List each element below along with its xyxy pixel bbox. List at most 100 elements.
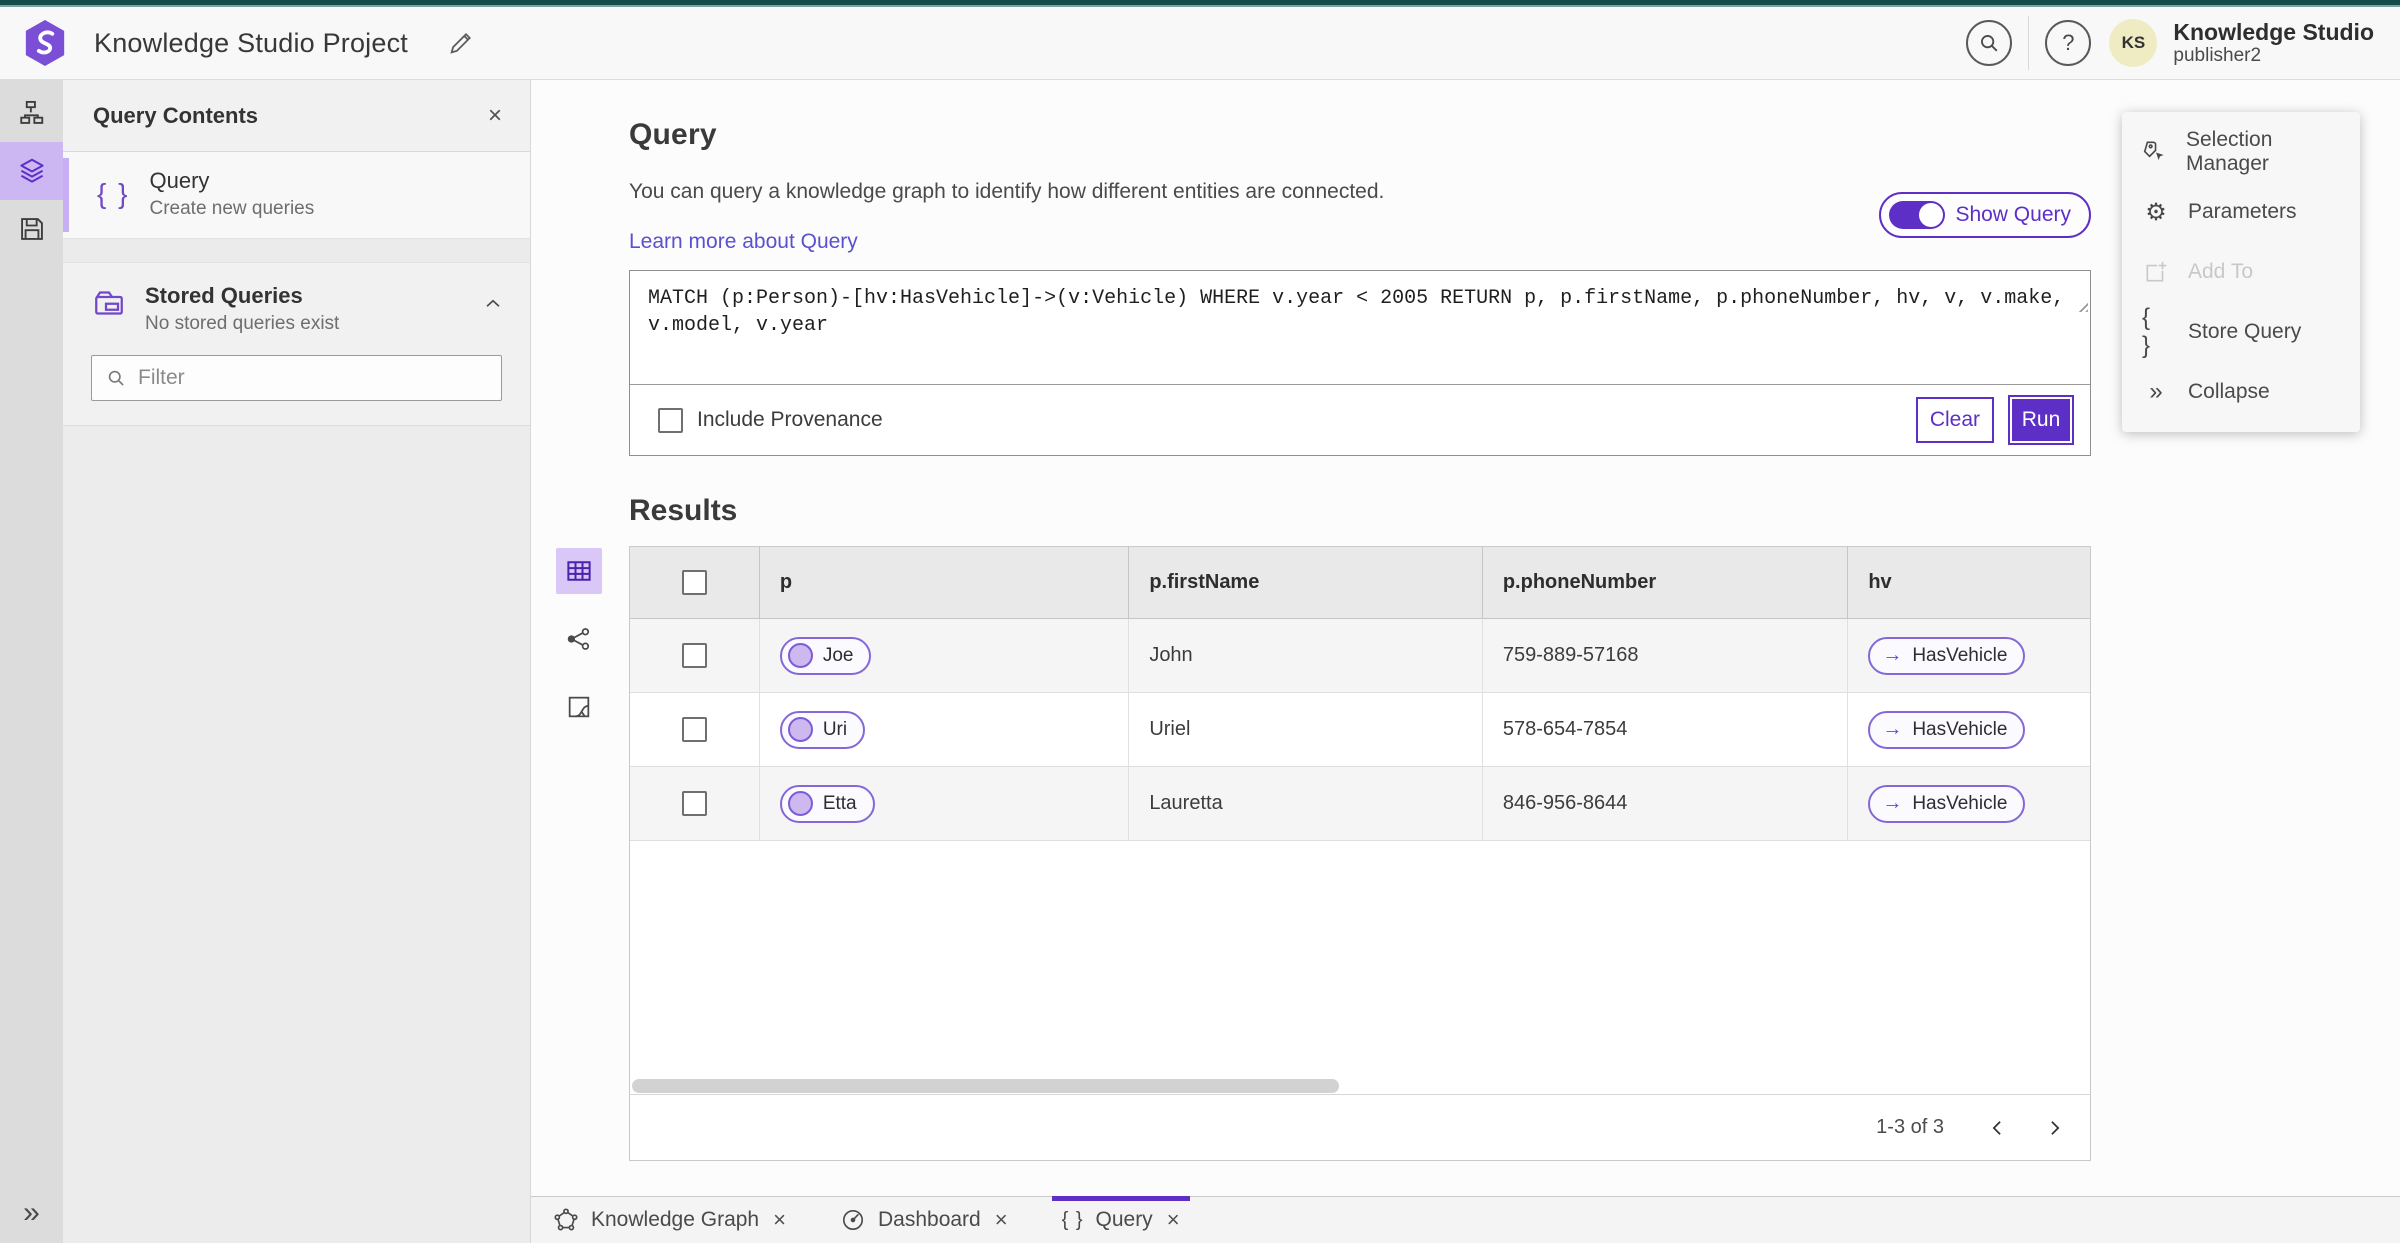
chevron-right-icon [2044, 1118, 2064, 1138]
horizontal-scrollbar [630, 1078, 2090, 1094]
tab-close-icon[interactable]: × [1167, 1207, 1180, 1233]
tab-knowledge-graph[interactable]: Knowledge Graph × [543, 1197, 796, 1243]
relationship-chip[interactable]: → HasVehicle [1868, 636, 2026, 675]
scrollbar-thumb[interactable] [632, 1079, 1339, 1093]
graph-view-button[interactable] [556, 616, 602, 662]
edit-title-pencil-icon[interactable] [446, 28, 476, 58]
panel-header: Query Contents × [63, 80, 530, 152]
tab-query[interactable]: { } Query × [1051, 1196, 1190, 1243]
relationship-chip[interactable]: → HasVehicle [1868, 710, 2026, 749]
help-button[interactable]: ? [2045, 20, 2092, 66]
relationship-chip[interactable]: → HasVehicle [1868, 784, 2026, 823]
map-view-button[interactable] [556, 684, 602, 730]
cell-firstname: Lauretta [1129, 767, 1483, 840]
include-provenance-checkbox[interactable] [658, 407, 683, 433]
table-body: Joe John 759-889-57168 → HasVehicle Uri … [630, 619, 2090, 1094]
column-header-p[interactable]: p [760, 547, 1130, 618]
main-column: Query You can query a knowledge graph to… [530, 80, 2400, 1243]
chevron-left-icon [1988, 1118, 2008, 1138]
folder-icon [91, 285, 127, 321]
node-chip-label: Uri [822, 718, 848, 740]
hierarchy-icon [18, 99, 46, 127]
table-row: Etta Lauretta 846-956-8644 → HasVehicle [630, 767, 2090, 841]
arrow-right-icon: → [1882, 718, 1903, 740]
query-contents-panel: Query Contents × { } Query Create new qu… [63, 80, 530, 1243]
knowledge-graph-icon [553, 1207, 579, 1233]
data-model-rail-button[interactable] [0, 84, 63, 142]
query-rail-button[interactable] [0, 142, 63, 200]
query-item-description: Create new queries [149, 198, 315, 219]
menu-item-label: Add To [2188, 260, 2253, 283]
node-circle-icon [787, 717, 813, 742]
search-button[interactable] [1966, 20, 2013, 66]
map-view-icon [565, 693, 593, 721]
row-checkbox[interactable] [681, 717, 707, 742]
save-icon [18, 215, 46, 243]
select-all-checkbox[interactable] [681, 570, 707, 595]
braces-icon: { } [97, 178, 130, 209]
gear-icon: ⚙ [2145, 198, 2167, 226]
clear-button[interactable]: Clear [1915, 397, 1994, 443]
table-pagination: 1-3 of 3 [630, 1094, 2090, 1160]
collapse-item[interactable]: » Collapse [2122, 362, 2360, 422]
stored-queries-section[interactable]: Stored Queries No stored queries exist [63, 263, 530, 345]
save-rail-button[interactable] [0, 200, 63, 258]
previous-page-button[interactable] [1980, 1110, 2016, 1146]
braces-icon: { } [1061, 1208, 1084, 1231]
search-icon [1978, 32, 2000, 54]
menu-item-label: Store Query [2188, 320, 2302, 343]
show-query-toggle[interactable]: Show Query [1879, 192, 2091, 238]
close-icon: × [487, 101, 502, 129]
panel-divider [63, 239, 530, 263]
query-editor-panel: MATCH (p:Person)-[hv:HasVehicle]->(v:Veh… [629, 270, 2091, 456]
include-provenance-label: Include Provenance [697, 408, 883, 431]
avatar[interactable]: KS [2109, 19, 2158, 67]
store-query-item[interactable]: { } Store Query [2122, 302, 2360, 362]
knowledge-studio-logo-icon [22, 18, 68, 68]
expand-panel-button[interactable]: » [0, 1183, 63, 1243]
header-divider [2028, 16, 2030, 70]
arrow-right-icon: → [1882, 792, 1903, 814]
tab-close-icon[interactable]: × [995, 1207, 1008, 1233]
cell-firstname: John [1129, 619, 1483, 692]
column-header-hv[interactable]: hv [1848, 547, 2090, 618]
next-page-button[interactable] [2036, 1110, 2072, 1146]
run-button[interactable]: Run [2008, 395, 2074, 445]
table-view-button[interactable] [556, 548, 602, 594]
user-block: Knowledge Studio publisher2 [2173, 19, 2374, 67]
query-textarea[interactable]: MATCH (p:Person)-[hv:HasVehicle]->(v:Veh… [630, 271, 2090, 385]
table-header-row: p p.firstName p.phoneNumber hv [630, 547, 2090, 619]
tab-label: Query [1095, 1208, 1153, 1231]
table-view-icon [564, 556, 594, 586]
node-chip-label: Joe [822, 644, 854, 666]
query-footer: Include Provenance Clear Run [630, 385, 2090, 455]
tab-close-icon[interactable]: × [773, 1207, 786, 1233]
close-panel-button[interactable]: × [487, 101, 502, 129]
results-section: p p.firstName p.phoneNumber hv Joe John … [556, 546, 2400, 1161]
tab-dashboard[interactable]: Dashboard × [830, 1197, 1018, 1243]
column-header-firstname[interactable]: p.firstName [1129, 547, 1483, 618]
relationship-chip-label: HasVehicle [1912, 792, 2008, 814]
selection-manager-icon [2142, 139, 2168, 165]
tab-label: Dashboard [877, 1208, 981, 1231]
node-chip[interactable]: Uri [779, 710, 866, 749]
parameters-item[interactable]: ⚙ Parameters [2122, 182, 2360, 242]
stored-queries-description: No stored queries exist [145, 313, 340, 334]
learn-more-link[interactable]: Learn more about Query [629, 230, 858, 254]
row-checkbox[interactable] [681, 791, 707, 816]
filter-box [91, 355, 502, 401]
app-header: Knowledge Studio Project ? KS Knowledge … [0, 7, 2400, 80]
double-chevron-right-icon: » [2149, 378, 2163, 405]
node-chip[interactable]: Joe [779, 636, 872, 675]
selection-manager-item[interactable]: Selection Manager [2122, 122, 2360, 182]
column-header-phonenumber[interactable]: p.phoneNumber [1483, 547, 1849, 618]
cell-phonenumber: 759-889-57168 [1483, 619, 1849, 692]
node-chip[interactable]: Etta [779, 784, 875, 823]
cell-phonenumber: 578-654-7854 [1483, 693, 1849, 766]
help-icon: ? [2062, 30, 2075, 55]
filter-input[interactable] [138, 366, 487, 390]
panel-item-query[interactable]: { } Query Create new queries [63, 152, 530, 239]
row-checkbox[interactable] [681, 643, 707, 668]
toggle-switch[interactable] [1889, 201, 1946, 229]
chevron-up-icon[interactable] [482, 293, 504, 315]
